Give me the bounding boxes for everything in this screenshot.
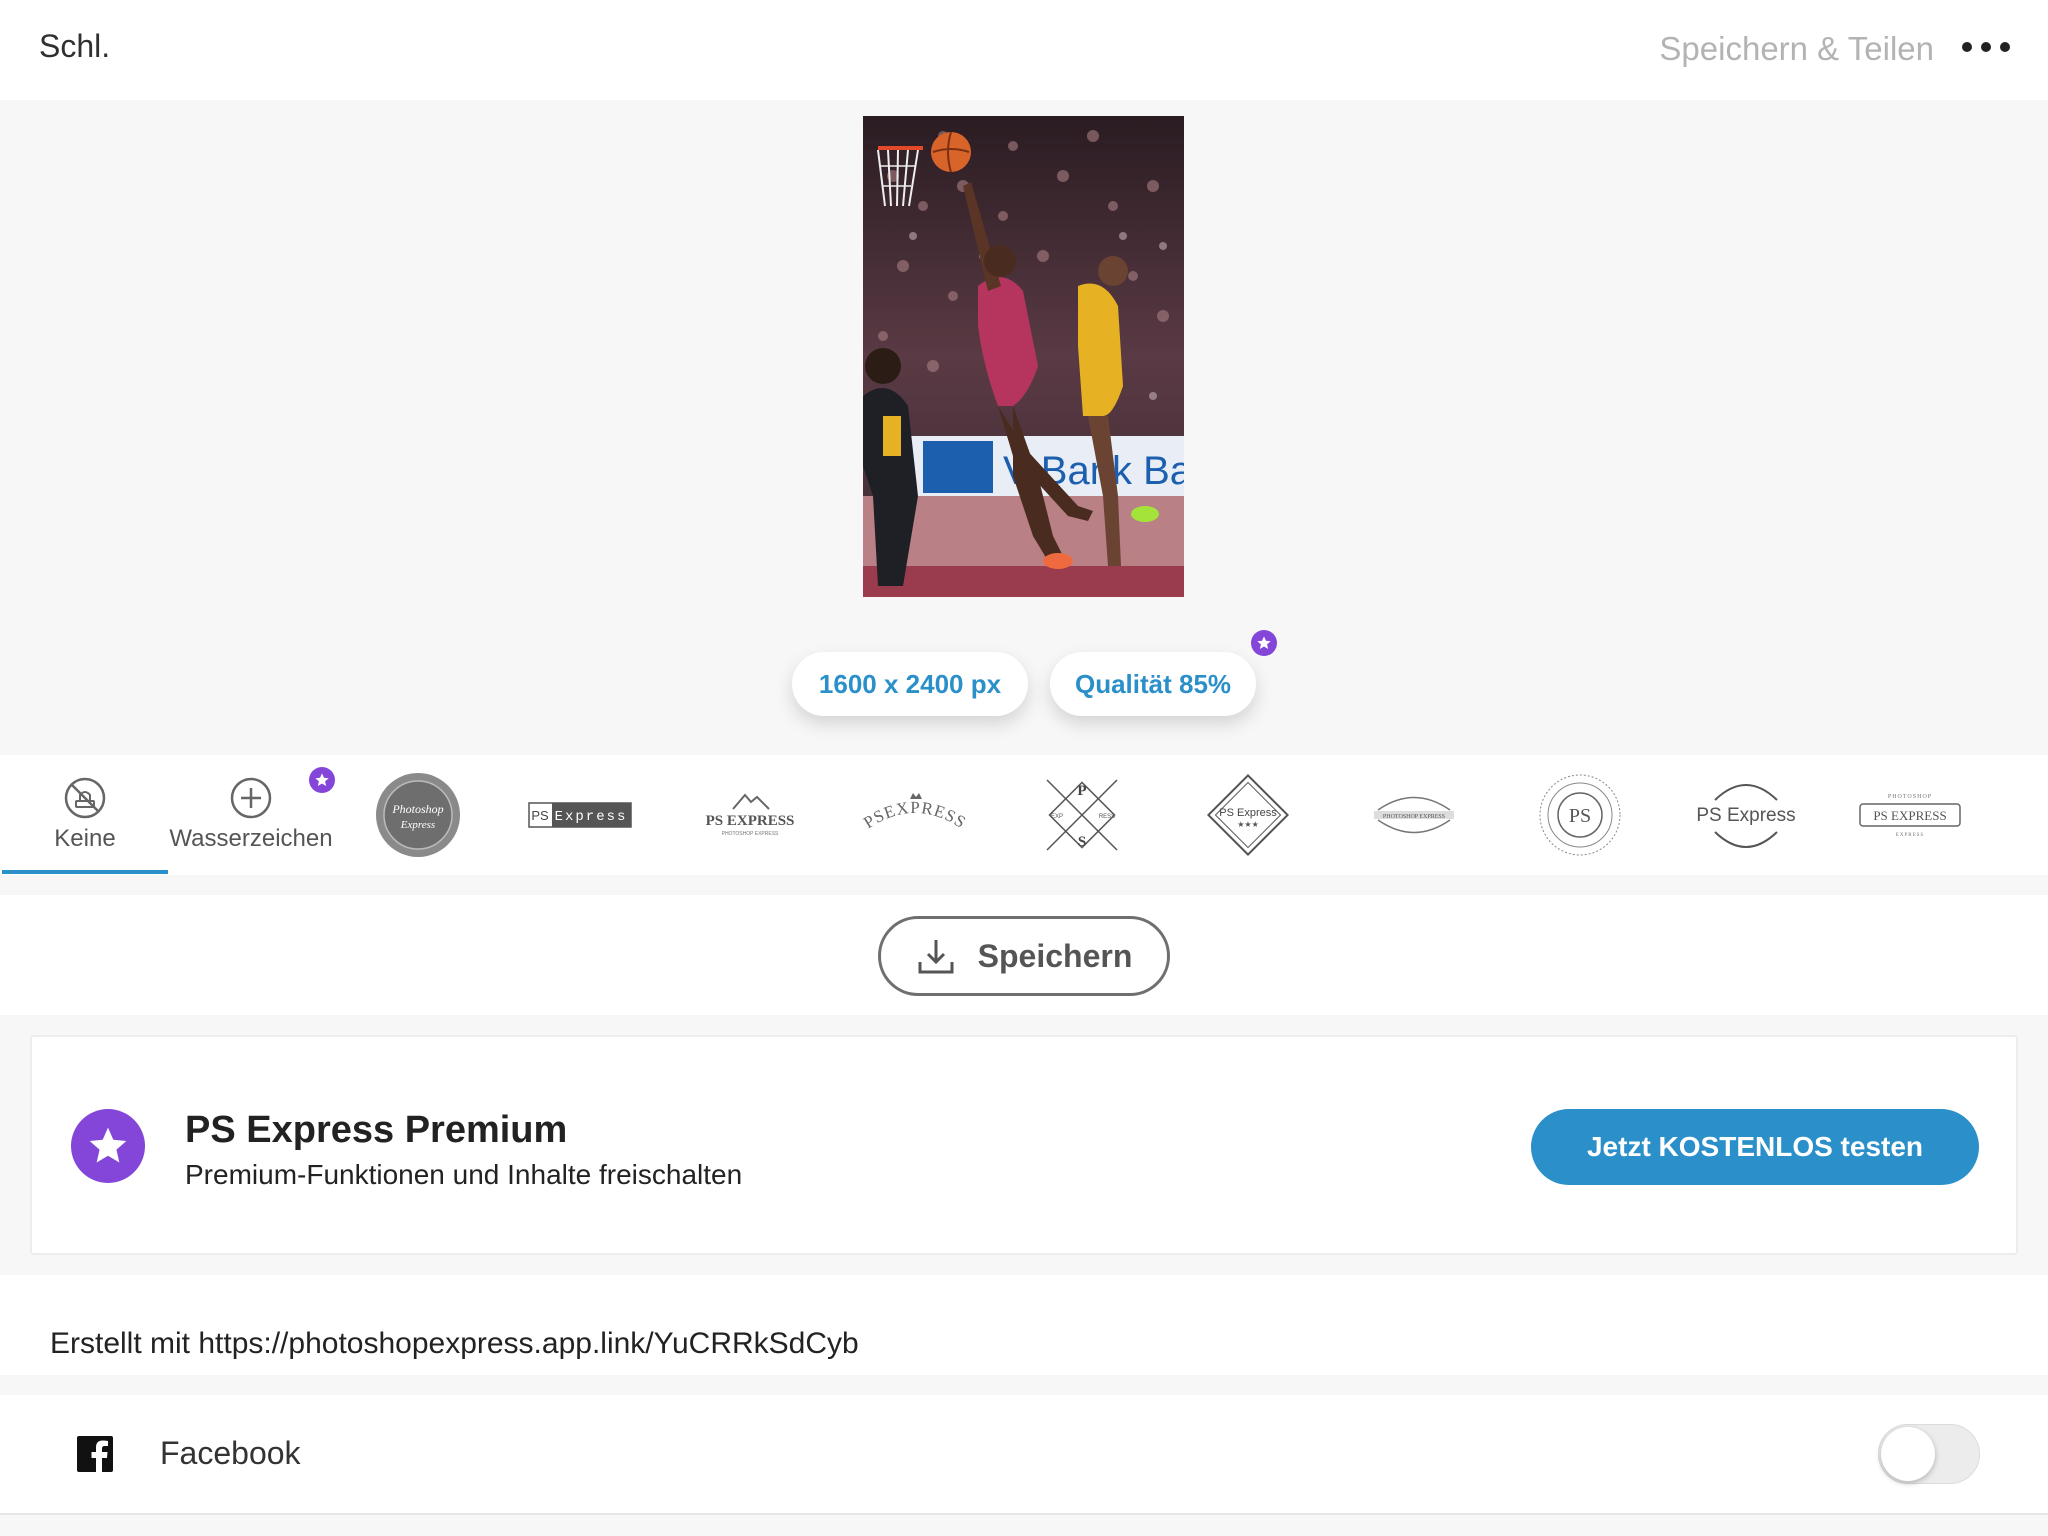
premium-title: PS Express Premium	[185, 1109, 568, 1151]
facebook-label: Facebook	[160, 1435, 301, 1471]
svg-text:PS Express: PS Express	[1696, 805, 1795, 826]
watermark-circle[interactable]: PS	[1520, 755, 1640, 875]
selected-indicator	[2, 870, 168, 874]
size-pill[interactable]: 1600 x 2400 px	[792, 652, 1028, 716]
svg-text:PS Express: PS Express	[1219, 807, 1277, 819]
watermark-add-label: Wasserzeichen	[169, 825, 333, 852]
svg-text:P: P	[1077, 783, 1086, 799]
free-trial-button[interactable]: Jetzt KOSTENLOS testen	[1531, 1109, 1979, 1185]
toggle-knob	[1881, 1427, 1935, 1481]
page-title: Speichern & Teilen	[1659, 30, 1934, 67]
premium-star-icon	[1251, 630, 1277, 656]
svg-text:Express: Express	[555, 809, 628, 825]
no-watermark-icon	[64, 777, 106, 819]
svg-text:Photoshop: Photoshop	[391, 802, 443, 816]
svg-text:PHOTOSHOP EXPRESS: PHOTOSHOP EXPRESS	[1383, 814, 1445, 820]
oval-logo: PHOTOSHOP EXPRESS	[1374, 796, 1454, 834]
watermark-arc[interactable]: PSEXPRESS	[855, 755, 975, 875]
download-icon	[918, 940, 954, 974]
watermark-seal[interactable]: Photoshop Express	[358, 755, 478, 875]
arcs-logo: PS Express	[1696, 784, 1796, 848]
watermark-oval[interactable]: PHOTOSHOP EXPRESS	[1354, 755, 1474, 875]
save-button[interactable]: Speichern	[878, 916, 1170, 996]
facebook-toggle[interactable]	[1878, 1424, 1980, 1484]
watermark-add[interactable]: Wasserzeichen	[168, 755, 334, 875]
svg-text:PS EXPRESS: PS EXPRESS	[706, 813, 795, 829]
watermark-none[interactable]: Keine	[2, 755, 168, 875]
svg-text:EXPRESS: EXPRESS	[1896, 833, 1924, 838]
svg-text:PHOTOSHOP EXPRESS: PHOTOSHOP EXPRESS	[722, 831, 779, 837]
header-bar: Schl. Speichern & Teilen	[0, 0, 2048, 100]
svg-text:PS: PS	[531, 808, 549, 823]
facebook-icon	[77, 1436, 113, 1472]
svg-text:PS EXPRESS: PS EXPRESS	[1873, 808, 1946, 823]
watermark-none-label: Keine	[54, 825, 116, 852]
mountain-logo: PS EXPRESS PHOTOSHOP EXPRESS	[706, 793, 795, 837]
caption-section: Erstellt mit https://photoshopexpress.ap…	[0, 1275, 2048, 1375]
block-logo: PS Express	[528, 802, 632, 828]
more-horizontal-icon[interactable]	[1962, 40, 2010, 54]
svg-text:S: S	[1078, 834, 1086, 850]
add-icon	[230, 777, 272, 819]
circle-logo: PS	[1539, 774, 1621, 856]
svg-text:RESS: RESS	[1099, 814, 1115, 820]
basketball-photo: V Bank Ba	[863, 116, 1184, 597]
premium-star-icon	[309, 767, 335, 793]
star-icon	[71, 1109, 145, 1183]
svg-text:Express: Express	[400, 819, 435, 831]
svg-text:PS: PS	[1569, 805, 1591, 827]
premium-card: PS Express Premium Premium-Funktionen un…	[30, 1035, 2018, 1255]
svg-text:PSEXPRESS: PSEXPRESS	[860, 798, 970, 832]
watermark-diamond[interactable]: PS Express ★★★	[1188, 755, 1308, 875]
save-label: Speichern	[977, 937, 1133, 974]
watermark-diamond-arrows[interactable]: P S EXP RESS	[1022, 755, 1142, 875]
share-facebook-row[interactable]: Facebook	[0, 1395, 2048, 1515]
diamond-logo: PS Express ★★★	[1206, 773, 1290, 857]
watermark-block[interactable]: PS Express	[520, 755, 640, 875]
preview-area: V Bank Ba 1600 x 2400 px Qualität 85%	[0, 100, 2048, 755]
watermark-mountain[interactable]: PS EXPRESS PHOTOSHOP EXPRESS	[690, 755, 810, 875]
diamond-arrows-logo: P S EXP RESS	[1046, 779, 1118, 851]
quality-pill[interactable]: Qualität 85%	[1050, 652, 1256, 716]
watermark-strip: Keine Wasserzeichen Photoshop Express PS…	[0, 755, 2048, 875]
save-section: Speichern	[0, 895, 2048, 1015]
frame-logo: PHOTOSHOP PS EXPRESS EXPRESS	[1859, 794, 1961, 838]
photo-preview: V Bank Ba	[863, 116, 1184, 597]
arc-logo: PSEXPRESS	[860, 793, 970, 832]
svg-text:PHOTOSHOP: PHOTOSHOP	[1888, 794, 1932, 800]
close-button[interactable]: Schl.	[39, 28, 110, 65]
premium-subtitle: Premium-Funktionen und Inhalte freischal…	[185, 1159, 743, 1190]
svg-text:EXP: EXP	[1051, 814, 1063, 820]
seal-badge: Photoshop Express	[376, 773, 460, 857]
watermark-arcs[interactable]: PS Express	[1686, 755, 1806, 875]
watermark-frame[interactable]: PHOTOSHOP PS EXPRESS EXPRESS	[1850, 755, 1970, 875]
svg-text:★★★: ★★★	[1237, 820, 1259, 829]
caption-text[interactable]: Erstellt mit https://photoshopexpress.ap…	[50, 1327, 859, 1361]
